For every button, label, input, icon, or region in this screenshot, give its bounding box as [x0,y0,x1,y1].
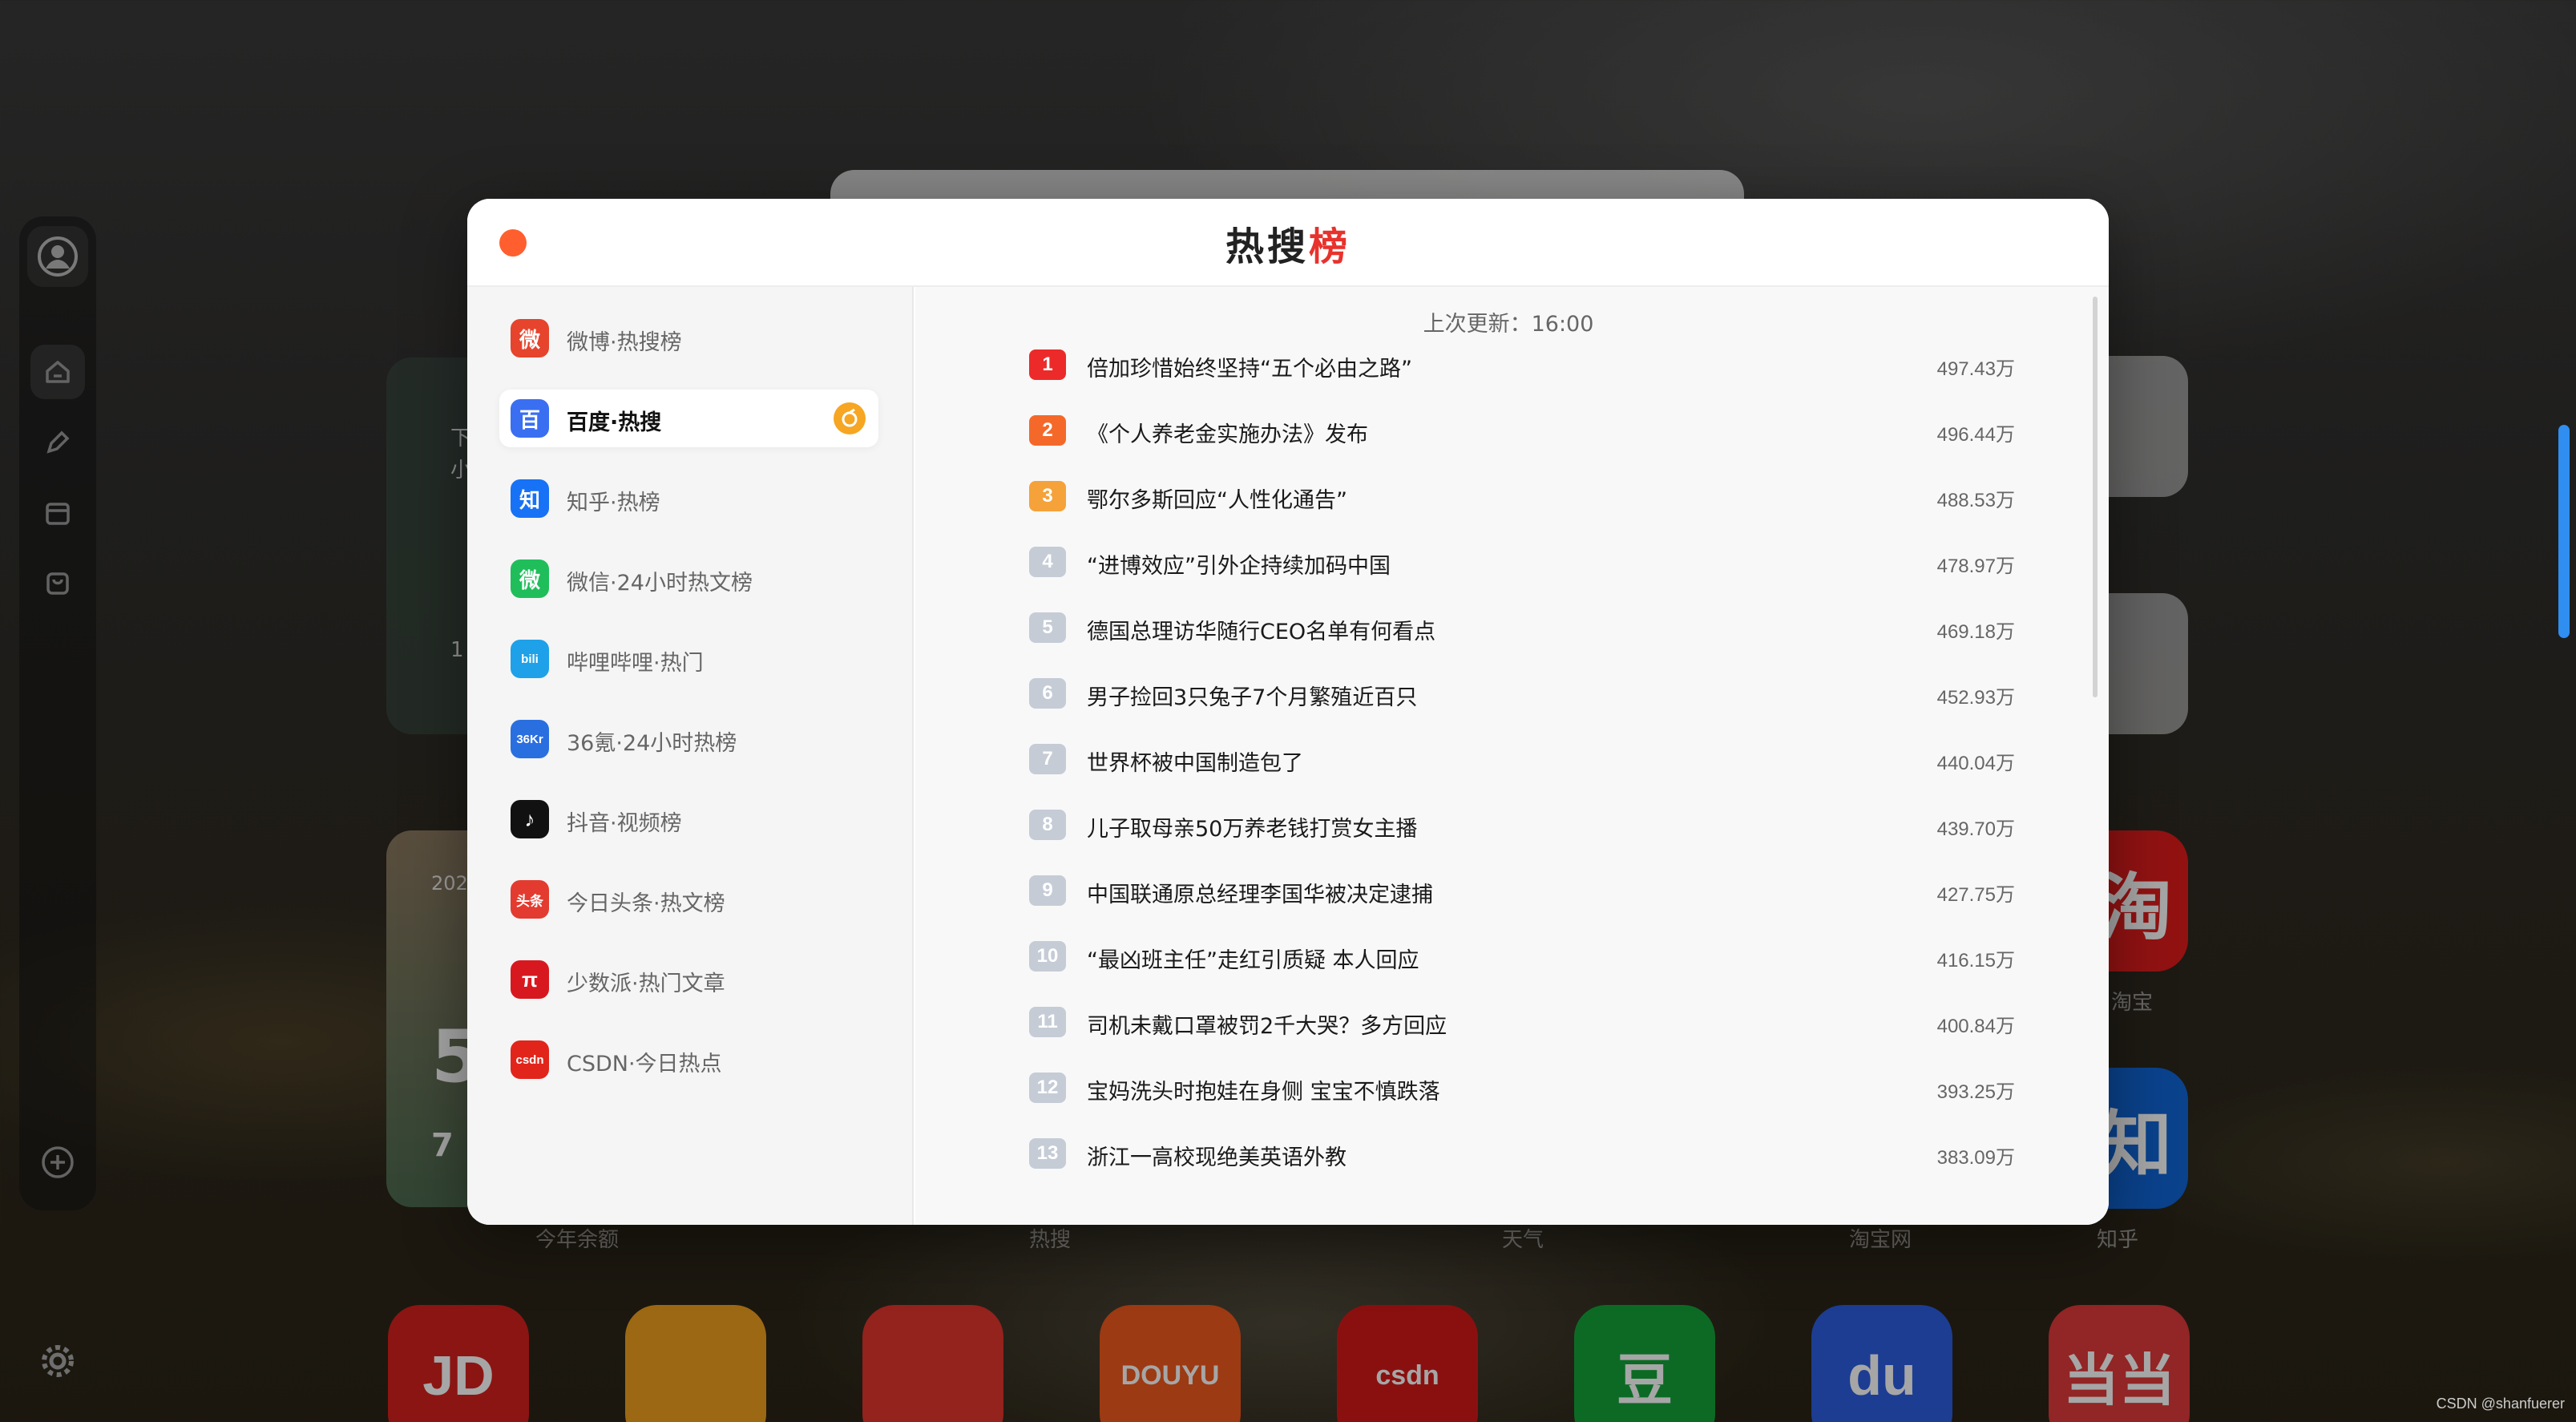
source-item[interactable]: ♪ 抖音·视频榜 [499,790,878,848]
hot-list-item[interactable]: 9 中国联通原总经理李国华被决定逮捕 427.75万 [1021,866,2015,914]
source-label: 今日头条·热文榜 [567,891,725,916]
rank-badge: 13 [1029,1138,1066,1169]
hot-item-heat: 427.75万 [1936,884,2015,906]
rank-badge: 11 [1029,1007,1066,1037]
source-label: 知乎·热榜 [567,491,660,515]
hot-list-item[interactable]: 12 宝妈洗头时抱娃在身侧 宝宝不慎跌落 393.25万 [1021,1063,2015,1111]
hot-item-title[interactable]: 浙江一高校现绝美英语外教 [1087,1140,1347,1171]
modal-title: 热搜榜 [467,215,2109,271]
hot-item-title[interactable]: 男子捡回3只兔子7个月繁殖近百只 [1087,680,1417,711]
hot-item-heat: 488.53万 [1936,490,2015,511]
rank-badge: 9 [1029,875,1066,906]
rank-badge: 12 [1029,1073,1066,1103]
list-scrollbar[interactable] [2093,297,2098,697]
source-label: 36氪·24小时热榜 [567,731,737,756]
hot-item-title[interactable]: 世界杯被中国制造包了 [1087,745,1303,777]
hot-list-item[interactable]: 13 浙江一高校现绝美英语外教 383.09万 [1021,1129,2015,1177]
zhihu-icon: 知 [511,479,549,518]
source-item[interactable]: 百百度·热搜 [499,390,878,447]
csdn-icon: csdn [511,1040,549,1079]
rank-badge: 2 [1029,415,1066,446]
modal-title-accent: 榜 [1309,224,1351,269]
hot-item-heat: 440.04万 [1936,753,2015,774]
hot-item-heat: 469.18万 [1936,621,2015,643]
source-label: 抖音·视频榜 [567,811,682,836]
hot-item-title[interactable]: “进博效应”引外企持续加码中国 [1087,548,1391,580]
hot-list-item[interactable]: 3 鄂尔多斯回应“人性化通告” 488.53万 [1021,471,2015,519]
hot-list-item[interactable]: 10 “最凶班主任”走红引质疑 本人回应 416.15万 [1021,931,2015,980]
hot-item-heat: 497.43万 [1936,358,2015,380]
source-item[interactable]: π 少数派·热门文章 [499,951,878,1008]
source-label: 少数派·热门文章 [567,972,725,996]
hot-list-item[interactable]: 5 德国总理访华随行CEO名单有何看点 469.18万 [1021,603,2015,651]
hot-list-item[interactable]: 2 《个人养老金实施办法》发布 496.44万 [1021,406,2015,454]
toutiao-icon: 头条 [511,880,549,919]
hot-list-item[interactable]: 1 倍加珍惜始终坚持“五个必由之路” 497.43万 [1021,340,2015,388]
hot-list-item[interactable]: 11 司机未戴口罩被罚2千大哭？多方回应 400.84万 [1021,997,2015,1045]
bilibili-icon: bili [511,640,549,678]
hot-item-heat: 393.25万 [1936,1081,2015,1103]
hot-list-panel: 上次更新：16:00 1 倍加珍惜始终坚持“五个必由之路” 497.43万 2 《个人养… [915,287,2109,1225]
rank-badge: 6 [1029,678,1066,709]
source-item[interactable]: 微微博·热搜榜 [499,309,878,367]
hot-item-title[interactable]: 中国联通原总经理李国华被决定逮捕 [1087,877,1433,908]
hot-list-item[interactable]: 7 世界杯被中国制造包了 440.04万 [1021,734,2015,782]
source-label: 哔哩哔哩·热门 [567,651,704,676]
refresh-fire-icon[interactable] [834,402,866,434]
hot-item-title[interactable]: 儿子取母亲50万养老钱打赏女主播 [1087,811,1417,842]
last-updated-label: 上次更新：16:00 [1423,312,1594,337]
hot-item-title[interactable]: 鄂尔多斯回应“人性化通告” [1087,483,1347,514]
rank-badge: 5 [1029,612,1066,643]
rank-badge: 7 [1029,744,1066,774]
weibo-icon: 微 [511,319,549,358]
hot-item-title[interactable]: “最凶班主任”走红引质疑 本人回应 [1087,943,1419,974]
sspai-icon: π [511,960,549,999]
hot-item-title[interactable]: 《个人养老金实施办法》发布 [1087,417,1368,448]
watermark: CSDN @shanfuerer [2436,1396,2565,1412]
source-label: CSDN·今日热点 [567,1052,722,1077]
douyin-icon: ♪ [511,800,549,838]
baidu-paw-icon: 百 [511,399,549,438]
36kr-icon: 36Kr [511,720,549,758]
hot-list-item[interactable]: 8 儿子取母亲50万养老钱打赏女主播 439.70万 [1021,800,2015,848]
rank-badge: 4 [1029,547,1066,577]
source-label: 微信·24小时热文榜 [567,571,753,596]
hot-item-heat: 416.15万 [1936,950,2015,972]
source-item[interactable]: 36Kr 36氪·24小时热榜 [499,710,878,768]
source-label: 百度·热搜 [567,410,662,435]
wechat-icon: 微 [511,560,549,598]
hot-item-heat: 478.97万 [1936,555,2015,577]
hot-search-modal: 热搜榜 微微博·热搜榜百百度·热搜知知乎·热榜微微信·24小时热文榜 bili 哔哩… [467,199,2109,1225]
rank-badge: 1 [1029,349,1066,380]
rank-badge: 10 [1029,941,1066,972]
hot-item-title[interactable]: 司机未戴口罩被罚2千大哭？多方回应 [1087,1008,1447,1040]
page-scrollbar[interactable] [2558,425,2570,638]
hot-item-title[interactable]: 倍加珍惜始终坚持“五个必由之路” [1087,351,1412,382]
rank-badge: 3 [1029,481,1066,511]
source-label: 微博·热搜榜 [567,330,682,355]
source-item[interactable]: bili 哔哩哔哩·热门 [499,630,878,688]
hot-item-heat: 439.70万 [1936,818,2015,840]
hot-list-item[interactable]: 4 “进博效应”引外企持续加码中国 478.97万 [1021,537,2015,585]
source-item[interactable]: 头条 今日头条·热文榜 [499,871,878,928]
hot-item-heat: 496.44万 [1936,424,2015,446]
source-item[interactable]: 微微信·24小时热文榜 [499,550,878,608]
source-item[interactable]: csdn CSDN·今日热点 [499,1031,878,1089]
hot-item-title[interactable]: 德国总理访华随行CEO名单有何看点 [1087,614,1435,645]
modal-title-main: 热搜 [1225,224,1309,269]
hot-item-heat: 400.84万 [1936,1016,2015,1037]
hot-list-item[interactable]: 6 男子捡回3只兔子7个月繁殖近百只 452.93万 [1021,669,2015,717]
modal-header: 热搜榜 [467,199,2109,287]
hot-item-title[interactable]: 宝妈洗头时抱娃在身侧 宝宝不慎跌落 [1087,1074,1440,1105]
rank-badge: 8 [1029,810,1066,840]
hot-item-heat: 452.93万 [1936,687,2015,709]
hot-item-heat: 383.09万 [1936,1147,2015,1169]
source-item[interactable]: 知知乎·热榜 [499,470,878,527]
source-sidebar: 微微博·热搜榜百百度·热搜知知乎·热榜微微信·24小时热文榜 bili 哔哩哔哩·热… [467,287,914,1225]
